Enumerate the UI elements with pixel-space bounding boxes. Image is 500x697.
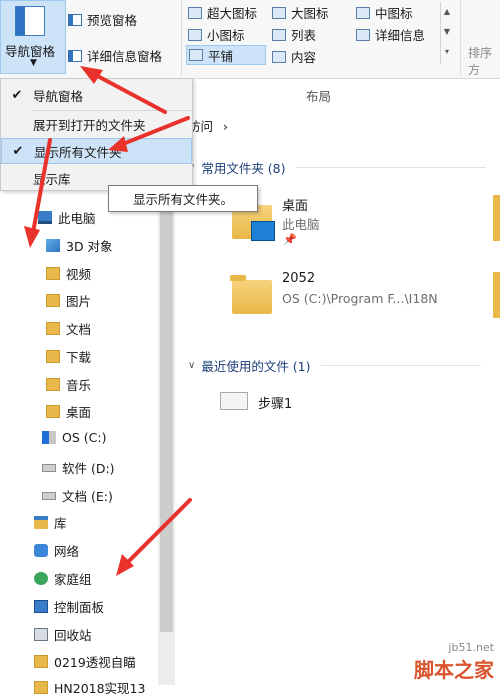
folder-icon bbox=[493, 272, 500, 318]
arrow-head bbox=[116, 554, 134, 576]
preview-pane-button[interactable]: 预览窗格 bbox=[68, 10, 137, 29]
section-divider bbox=[320, 365, 481, 366]
layout-list[interactable]: 列表 bbox=[272, 25, 316, 44]
tree-item-downloads[interactable]: 下载 bbox=[46, 347, 91, 366]
extra-large-icons-icon bbox=[188, 6, 202, 19]
tooltip: 显示所有文件夹。 bbox=[108, 185, 258, 212]
watermark: jb51.net 脚本之家 bbox=[414, 641, 494, 683]
tree-item-libraries[interactable]: 库 bbox=[34, 513, 67, 532]
drive-icon bbox=[42, 491, 56, 500]
tree-item-music[interactable]: 音乐 bbox=[46, 375, 91, 394]
menu-item-nav-pane[interactable]: ✔ 导航窗格 bbox=[1, 82, 192, 108]
music-icon bbox=[46, 378, 60, 391]
layout-tiles[interactable]: 平铺 bbox=[186, 45, 266, 65]
pc-icon bbox=[38, 211, 52, 224]
menu-item-show-all-folders[interactable]: ✔ 显示所有文件夹 bbox=[1, 138, 192, 164]
tree-item-os-c[interactable]: OS (C:) bbox=[42, 430, 106, 445]
tree-item-3d-objects[interactable]: 3D 对象 bbox=[46, 236, 113, 255]
layout-medium-icons[interactable]: 中图标 bbox=[356, 3, 413, 22]
ribbon-separator-2 bbox=[460, 0, 461, 76]
tree-item-drive-d[interactable]: 软件 (D:) bbox=[42, 458, 115, 477]
list-icon bbox=[272, 28, 286, 41]
tree-item-drive-e[interactable]: 文档 (E:) bbox=[42, 486, 113, 505]
videos-icon bbox=[46, 267, 60, 280]
menu-item-expand-to-open-folder[interactable]: 展开到打开的文件夹 bbox=[1, 111, 192, 137]
recent-item-name[interactable]: 步骤1 bbox=[258, 393, 292, 412]
tree-item-control-panel[interactable]: 控制面板 bbox=[34, 597, 104, 616]
tiles-icon bbox=[189, 49, 203, 61]
tree-item-pictures[interactable]: 图片 bbox=[46, 291, 91, 310]
nav-pane-button[interactable]: 导航窗格 ▼ bbox=[0, 0, 66, 74]
watermark-url: jb51.net bbox=[448, 641, 494, 654]
nav-pane-scroll-thumb[interactable] bbox=[160, 212, 173, 632]
chevron-right-icon: › bbox=[223, 119, 228, 134]
desktop-screen-icon bbox=[251, 221, 275, 241]
3d-objects-icon bbox=[46, 239, 60, 252]
watermark-text: 脚本之家 bbox=[414, 658, 494, 682]
layout-small-icons[interactable]: 小图标 bbox=[188, 25, 245, 44]
checkmark-icon: ✔ bbox=[11, 87, 23, 103]
details-pane-icon bbox=[68, 49, 82, 62]
tree-item-documents[interactable]: 文档 bbox=[46, 319, 91, 338]
nav-pane-menu: ✔ 导航窗格 展开到打开的文件夹 ✔ 显示所有文件夹 显示库 bbox=[0, 78, 193, 191]
medium-icons-icon bbox=[356, 6, 370, 19]
tree-item-desktop[interactable]: 桌面 bbox=[46, 402, 91, 421]
homegroup-icon bbox=[34, 572, 48, 585]
folder-icon bbox=[34, 681, 48, 694]
folder-icon bbox=[34, 655, 48, 668]
recycle-bin-icon bbox=[34, 628, 48, 641]
large-icons-icon bbox=[272, 6, 286, 19]
checkmark-icon: ✔ bbox=[12, 143, 24, 159]
frequent-folders-header[interactable]: ∨ 常用文件夹 (8) bbox=[188, 158, 486, 177]
desktop-icon bbox=[46, 405, 60, 418]
control-panel-icon bbox=[34, 600, 48, 613]
layout-group-label: 布局 bbox=[306, 89, 332, 104]
sort-by-button[interactable]: 排序方 bbox=[468, 44, 500, 78]
folder-icon bbox=[493, 195, 500, 241]
frequent-item-name[interactable]: 桌面 bbox=[282, 195, 308, 214]
drive-icon bbox=[42, 463, 56, 472]
network-icon bbox=[34, 544, 48, 557]
chevron-down-icon: ∨ bbox=[188, 360, 196, 371]
document-thumbnail-icon bbox=[220, 392, 248, 410]
pictures-icon bbox=[46, 294, 60, 307]
tree-item-videos[interactable]: 视频 bbox=[46, 264, 91, 283]
layout-content[interactable]: 内容 bbox=[272, 47, 316, 66]
frequent-item-name[interactable]: 2052 bbox=[282, 271, 315, 286]
recent-files-header[interactable]: ∨ 最近使用的文件 (1) bbox=[188, 356, 481, 375]
frequent-item-location: OS (C:)\Program F...\I18N bbox=[282, 291, 438, 306]
tree-item-folder-0219[interactable]: 0219透视自瞄 bbox=[34, 652, 136, 671]
documents-icon bbox=[46, 322, 60, 335]
downloads-icon bbox=[46, 350, 60, 363]
details-icon bbox=[356, 28, 370, 41]
chevron-down-icon: ▼ bbox=[30, 58, 37, 68]
section-divider bbox=[295, 167, 486, 168]
layout-large-icons[interactable]: 大图标 bbox=[272, 3, 329, 22]
frequent-item-location: 此电脑 bbox=[282, 217, 320, 232]
os-drive-icon bbox=[42, 431, 56, 444]
tree-item-network[interactable]: 网络 bbox=[34, 541, 79, 560]
address-bar[interactable]: 访问 › bbox=[188, 116, 228, 135]
tree-item-recycle-bin[interactable]: 回收站 bbox=[34, 625, 92, 644]
preview-pane-icon bbox=[68, 13, 82, 26]
small-icons-icon bbox=[188, 28, 202, 41]
tree-item-homegroup[interactable]: 家庭组 bbox=[34, 569, 92, 588]
arrow-to-homegroup bbox=[122, 498, 192, 568]
content-icon bbox=[272, 50, 286, 63]
arrow-head bbox=[24, 226, 40, 248]
nav-pane-icon bbox=[15, 6, 45, 36]
pin-icon[interactable]: 📌 bbox=[283, 233, 297, 246]
layout-gallery-scroll[interactable]: ▲ ▼ ▾ bbox=[440, 2, 453, 64]
tree-item-this-pc[interactable]: 此电脑 bbox=[38, 208, 96, 227]
ribbon-separator bbox=[181, 0, 182, 76]
tree-item-folder-hn2018[interactable]: HN2018实现13 bbox=[34, 678, 145, 697]
library-icon bbox=[34, 516, 48, 529]
details-pane-button[interactable]: 详细信息窗格 bbox=[68, 46, 162, 65]
folder-2052-icon bbox=[230, 275, 272, 314]
layout-extra-large-icons[interactable]: 超大图标 bbox=[188, 3, 257, 22]
layout-details[interactable]: 详细信息 bbox=[356, 25, 425, 44]
